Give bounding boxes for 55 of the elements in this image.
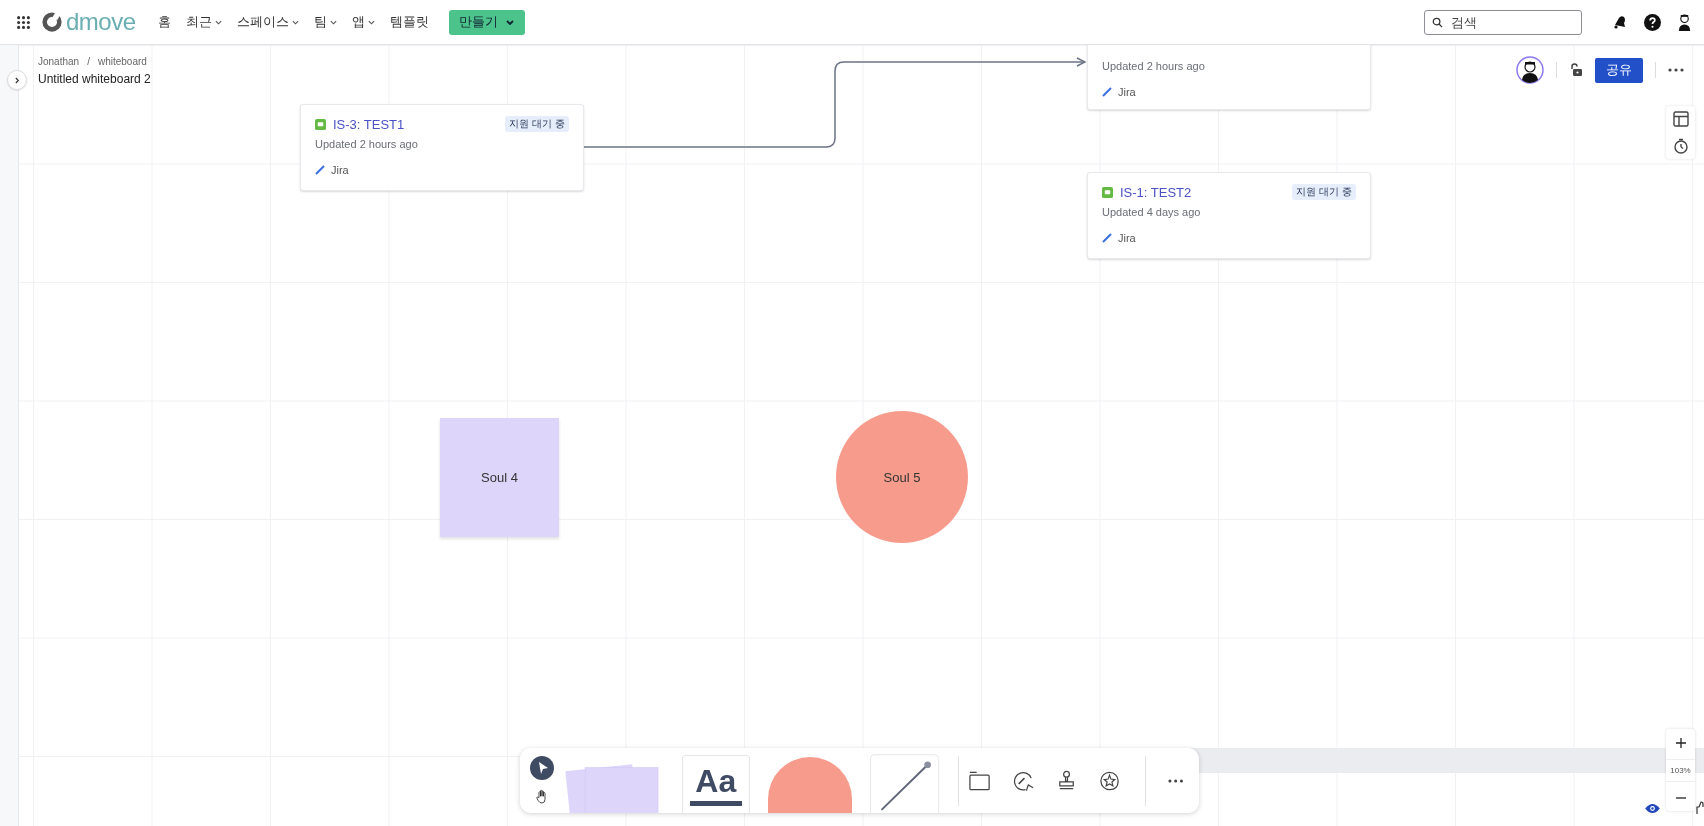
line-tool[interactable] [870, 753, 940, 813]
user-avatar-icon[interactable] [1677, 12, 1692, 32]
nav-link[interactable]: 최근 [185, 13, 222, 31]
breadcrumb-link[interactable]: Jonathan [38, 56, 80, 67]
nav-link[interactable]: 팀 [313, 13, 337, 31]
caret-icon[interactable] [329, 19, 337, 25]
issue-title[interactable]: IS-3: TEST1 [333, 116, 499, 132]
jira-issue-card[interactable]: Updated 2 hours ago Jira [1087, 45, 1371, 110]
source-label: Jira [331, 164, 349, 176]
story-icon [1102, 186, 1113, 198]
app-switcher-icon[interactable] [17, 15, 30, 29]
nav-link[interactable]: 템플릿 [389, 13, 429, 31]
more-options-icon[interactable] [1668, 68, 1684, 72]
breadcrumb-separator: / [87, 56, 90, 67]
nav-link[interactable]: 스페이스 [236, 13, 299, 31]
plus-icon[interactable] [1675, 737, 1686, 748]
story-icon [315, 118, 326, 130]
updated-time: Updated 4 days ago [1102, 206, 1202, 218]
search-field[interactable]: 검색 [1424, 9, 1582, 35]
logo-icon [41, 11, 63, 33]
source-label: Jira [1118, 232, 1136, 244]
issue-title[interactable]: IS-1: TEST2 [1120, 184, 1286, 200]
jira-issue-card[interactable]: IS-3: TEST1 지원 대기 중 Updated 2 hours ago Jira [300, 104, 584, 191]
text-tool[interactable]: Aa [681, 755, 750, 813]
whiteboard-title: Untitled whiteboard 2 [38, 72, 151, 86]
source-label: Jira [1118, 86, 1136, 98]
zoom-level: 103% [1666, 758, 1695, 782]
layout-icon[interactable] [1672, 111, 1689, 128]
caret-icon[interactable] [367, 19, 375, 25]
status-label: 지원 대기 중 [1292, 184, 1356, 200]
select-tool-icon[interactable] [530, 755, 554, 780]
status-label: 지원 대기 중 [505, 116, 569, 132]
create-button[interactable]: 만들기 [448, 9, 525, 35]
notification-bell-icon[interactable] [1612, 14, 1628, 30]
chevron-icon[interactable] [14, 76, 20, 84]
updated-time: Updated 2 hours ago [315, 138, 419, 150]
caret-icon[interactable] [291, 19, 299, 25]
unlocked-lock-icon[interactable] [1569, 63, 1583, 77]
help-icon[interactable] [1644, 13, 1661, 31]
more-tools-icon[interactable] [1167, 778, 1183, 783]
breadcrumb-link[interactable]: whiteboard [97, 56, 147, 67]
connector-arrow[interactable] [583, 57, 1086, 148]
sticky-note[interactable]: Soul 4 [440, 418, 559, 537]
updated-time: Updated 2 hours ago [1102, 60, 1206, 72]
nav-link[interactable]: 앱 [351, 13, 375, 31]
minus-icon[interactable] [1675, 796, 1686, 799]
jira-issue-card[interactable]: IS-1: TEST2 지원 대기 중 Updated 4 days ago Jira [1087, 172, 1371, 259]
nav-link[interactable]: 홈 [157, 13, 171, 31]
timer-icon[interactable] [1672, 137, 1689, 154]
share-button[interactable]: 공유 [1595, 57, 1643, 83]
caret-icon[interactable] [214, 19, 222, 25]
collaborator-avatar-icon[interactable] [1516, 56, 1544, 84]
circle-shape[interactable]: Soul 5 [836, 411, 968, 543]
eye-icon[interactable] [1645, 803, 1660, 814]
caret-icon[interactable] [505, 19, 514, 25]
